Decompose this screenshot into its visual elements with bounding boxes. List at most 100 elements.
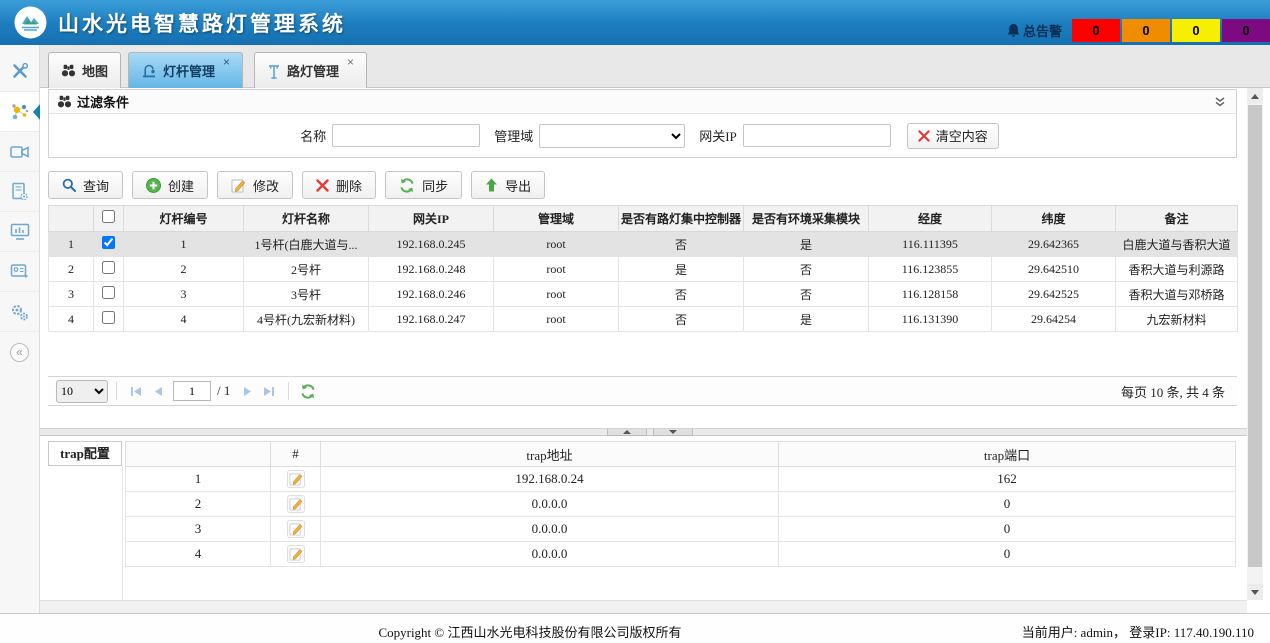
alarm-badge-major[interactable]: 0 — [1122, 19, 1170, 42]
last-page-button[interactable] — [258, 380, 280, 402]
table-row[interactable]: 3 0.0.0.0 0 — [126, 517, 1236, 542]
refresh-icon[interactable] — [297, 380, 319, 402]
row-checkbox[interactable] — [102, 236, 115, 249]
edit-row-button[interactable] — [287, 545, 305, 563]
vertical-scrollbar[interactable] — [1247, 88, 1263, 600]
domain-field-label: 管理域 — [494, 126, 533, 145]
sidebar-item-camera[interactable] — [0, 132, 39, 172]
edit-row-button[interactable] — [287, 495, 305, 513]
alarm-label-text: 总告警 — [1023, 21, 1062, 40]
col-header: 灯杆编号 — [124, 206, 244, 232]
tab-map[interactable]: 地图 — [48, 52, 121, 88]
horizontal-scrollbar-track[interactable] — [40, 600, 1247, 613]
col-header: 经度 — [869, 206, 992, 232]
app-footer: Copyright © 江西山水光电科技股份有限公司版权所有 当前用户: adm… — [0, 613, 1270, 643]
table-row[interactable]: 3 3 3号杆 192.168.0.246 root 否 否 116.12815… — [49, 282, 1238, 307]
sidebar-item-monitor[interactable] — [0, 212, 39, 252]
prev-page-button[interactable] — [147, 380, 169, 402]
splitter-collapse-down-button[interactable] — [653, 429, 693, 436]
col-header: 是否有路灯集中控制器 — [619, 206, 744, 232]
trap-port-cell: 0 — [779, 492, 1236, 517]
cell: 否 — [619, 282, 744, 307]
row-checkbox[interactable] — [102, 311, 115, 324]
app-logo-icon — [14, 6, 47, 39]
sidebar-item-accounts[interactable] — [0, 252, 39, 292]
action-toolbar: 查询 创建 修改 — [48, 171, 545, 199]
col-header: 是否有环境采集模块 — [744, 206, 869, 232]
gateway-ip-input[interactable] — [743, 124, 891, 147]
panel-splitter[interactable] — [40, 428, 1247, 436]
search-icon — [62, 178, 76, 192]
table-row[interactable]: 4 4 4号杆(九宏新材料) 192.168.0.247 root 否 是 11… — [49, 307, 1238, 332]
scroll-up-button[interactable] — [1247, 88, 1263, 104]
query-button[interactable]: 查询 — [48, 171, 123, 199]
sidebar-collapse-button[interactable]: « — [0, 332, 39, 372]
first-page-button[interactable] — [125, 380, 147, 402]
query-label: 查询 — [83, 176, 109, 195]
chevron-double-down-icon[interactable] — [1214, 96, 1226, 108]
col-header: trap端口 — [779, 442, 1236, 467]
scroll-down-button[interactable] — [1247, 584, 1263, 600]
sync-button[interactable]: 同步 — [385, 171, 462, 199]
pagination-bar: 10 / 1 每页 10 条, 共 4 条 — [48, 376, 1237, 406]
filter-panel-title: 过滤条件 — [77, 92, 129, 111]
trap-table: # trap地址 trap端口 1 192.168.0.24 162 2 0.0… — [125, 441, 1236, 567]
table-row[interactable]: 1 192.168.0.24 162 — [126, 467, 1236, 492]
export-label: 导出 — [505, 176, 531, 195]
tab-street-light-mgmt[interactable]: 路灯管理 × — [254, 52, 367, 88]
cell: 1 — [124, 232, 244, 257]
col-header: 纬度 — [992, 206, 1116, 232]
edit-row-button[interactable] — [287, 520, 305, 538]
cell: 是 — [744, 232, 869, 257]
alarm-badge-minor[interactable]: 0 — [1172, 19, 1220, 42]
table-row[interactable]: 2 2 2号杆 192.168.0.248 root 是 否 116.12385… — [49, 257, 1238, 282]
select-all-checkbox[interactable] — [102, 210, 115, 223]
edit-row-button[interactable] — [287, 470, 305, 488]
lamp-pole-icon — [141, 63, 157, 78]
next-page-button[interactable] — [236, 380, 258, 402]
total-alarm[interactable]: 总告警 — [1007, 21, 1062, 40]
tab-close-icon[interactable]: × — [223, 55, 230, 69]
alarm-badge-warning[interactable]: 0 — [1222, 19, 1270, 42]
splitter-collapse-up-button[interactable] — [607, 429, 647, 436]
tab-bar: 地图 灯杆管理 × 路灯管理 — [40, 45, 1270, 88]
topology-icon — [10, 102, 30, 122]
cell: root — [494, 282, 619, 307]
cell: 192.168.0.245 — [369, 232, 494, 257]
name-input[interactable] — [332, 124, 480, 147]
cell: 否 — [619, 307, 744, 332]
page-size-select[interactable]: 10 — [56, 380, 108, 403]
app-window: 山水光电智慧路灯管理系统 总告警 0 0 0 0 — [0, 0, 1270, 643]
scrollbar-thumb[interactable] — [1248, 105, 1262, 567]
triangle-down-icon — [1251, 590, 1259, 595]
sidebar-item-reports[interactable] — [0, 172, 39, 212]
row-checkbox[interactable] — [102, 261, 115, 274]
page-number-input[interactable] — [173, 381, 211, 401]
create-button[interactable]: 创建 — [132, 171, 208, 199]
cell: 29.642510 — [992, 257, 1116, 282]
delete-label: 删除 — [336, 176, 362, 195]
domain-select[interactable] — [539, 124, 685, 148]
alarm-badge-critical[interactable]: 0 — [1072, 19, 1120, 42]
sidebar-item-tools[interactable] — [0, 52, 39, 92]
tab-lamp-pole-mgmt[interactable]: 灯杆管理 × — [128, 52, 243, 88]
row-checkbox[interactable] — [102, 286, 115, 299]
clear-content-button[interactable]: 清空内容 — [907, 123, 999, 149]
sidebar-item-topology[interactable] — [0, 92, 39, 132]
modify-button[interactable]: 修改 — [217, 171, 293, 199]
red-x-icon — [918, 130, 930, 142]
cell: 是 — [744, 307, 869, 332]
tab-close-icon[interactable]: × — [347, 55, 354, 69]
delete-button[interactable]: 删除 — [302, 171, 376, 199]
sidebar-item-settings[interactable] — [0, 292, 39, 332]
table-row[interactable]: 4 0.0.0.0 0 — [126, 542, 1236, 567]
cell: 116.111395 — [869, 232, 992, 257]
row-number: 3 — [49, 282, 94, 307]
collapse-icon: « — [10, 343, 29, 362]
table-row[interactable]: 2 0.0.0.0 0 — [126, 492, 1236, 517]
tab-trap-config[interactable]: trap配置 — [48, 441, 122, 466]
bell-icon — [1007, 24, 1020, 38]
export-button[interactable]: 导出 — [471, 171, 545, 199]
tab-map-label: 地图 — [82, 61, 108, 80]
table-row[interactable]: 1 1 1号杆(白鹿大道与... 192.168.0.245 root 否 是 … — [49, 232, 1238, 257]
